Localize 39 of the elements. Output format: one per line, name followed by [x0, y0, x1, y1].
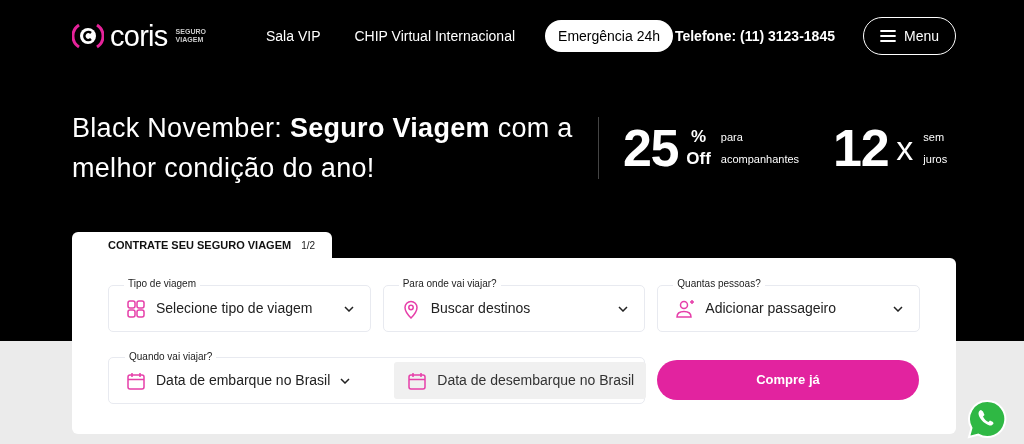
offer-number: 12	[833, 122, 889, 174]
add-user-icon	[675, 298, 696, 319]
grid-icon	[126, 298, 146, 319]
offer-caption: juros	[923, 152, 948, 167]
offer-unit: %	[690, 126, 707, 148]
offer-unit: Off	[686, 148, 711, 170]
field-label: Para onde vai viajar?	[398, 277, 501, 291]
form-tab[interactable]: CONTRATE SEU SEGURO VIAGEM 1/2	[72, 232, 332, 258]
phone-number[interactable]: Telefone: (11) 3123-1845	[674, 25, 835, 47]
field-value: Buscar destinos	[430, 299, 532, 318]
field-value: Selecione tipo de viagem	[156, 299, 314, 318]
calendar-icon	[407, 370, 428, 391]
field-value: Data de embarque no Brasil	[156, 371, 331, 390]
chevron-down-icon	[618, 305, 629, 312]
offer-caption: sem	[923, 130, 946, 145]
chevron-down-icon	[343, 305, 354, 312]
menu-icon	[879, 30, 896, 42]
field-label: Tipo de viagem	[124, 277, 200, 291]
field-label: Quando vai viajar?	[125, 350, 217, 364]
offer-number: 25	[623, 122, 679, 174]
offer-unit: x	[896, 131, 914, 165]
field-label: Quantas pessoas?	[673, 277, 765, 291]
calendar-icon	[126, 370, 146, 391]
headline: Black November: Seguro Viagem com a melhor condição do ano!	[72, 112, 574, 185]
logo-icon	[72, 22, 104, 50]
offer-caption: acompanhantes	[720, 152, 800, 167]
buy-button[interactable]: Compre já	[657, 360, 919, 400]
field-value: Adicionar passageiro	[705, 299, 838, 318]
offer-caption: para	[720, 130, 744, 145]
logo-wordmark: coris	[110, 21, 168, 51]
emergency-button[interactable]: Emergência 24h	[545, 20, 673, 52]
field-value: Data de desembarque no Brasil	[437, 371, 635, 390]
nav-link[interactable]: CHIP Virtual Internacional	[340, 25, 530, 47]
step-counter: 1/2	[301, 238, 316, 253]
nav-link[interactable]: Sala VIP	[252, 25, 335, 47]
tab-title: CONTRATE SEU SEGURO VIAGEM	[108, 237, 292, 253]
chevron-down-icon	[340, 377, 351, 384]
chevron-down-icon	[893, 305, 903, 312]
whatsapp-icon[interactable]	[966, 398, 1008, 440]
